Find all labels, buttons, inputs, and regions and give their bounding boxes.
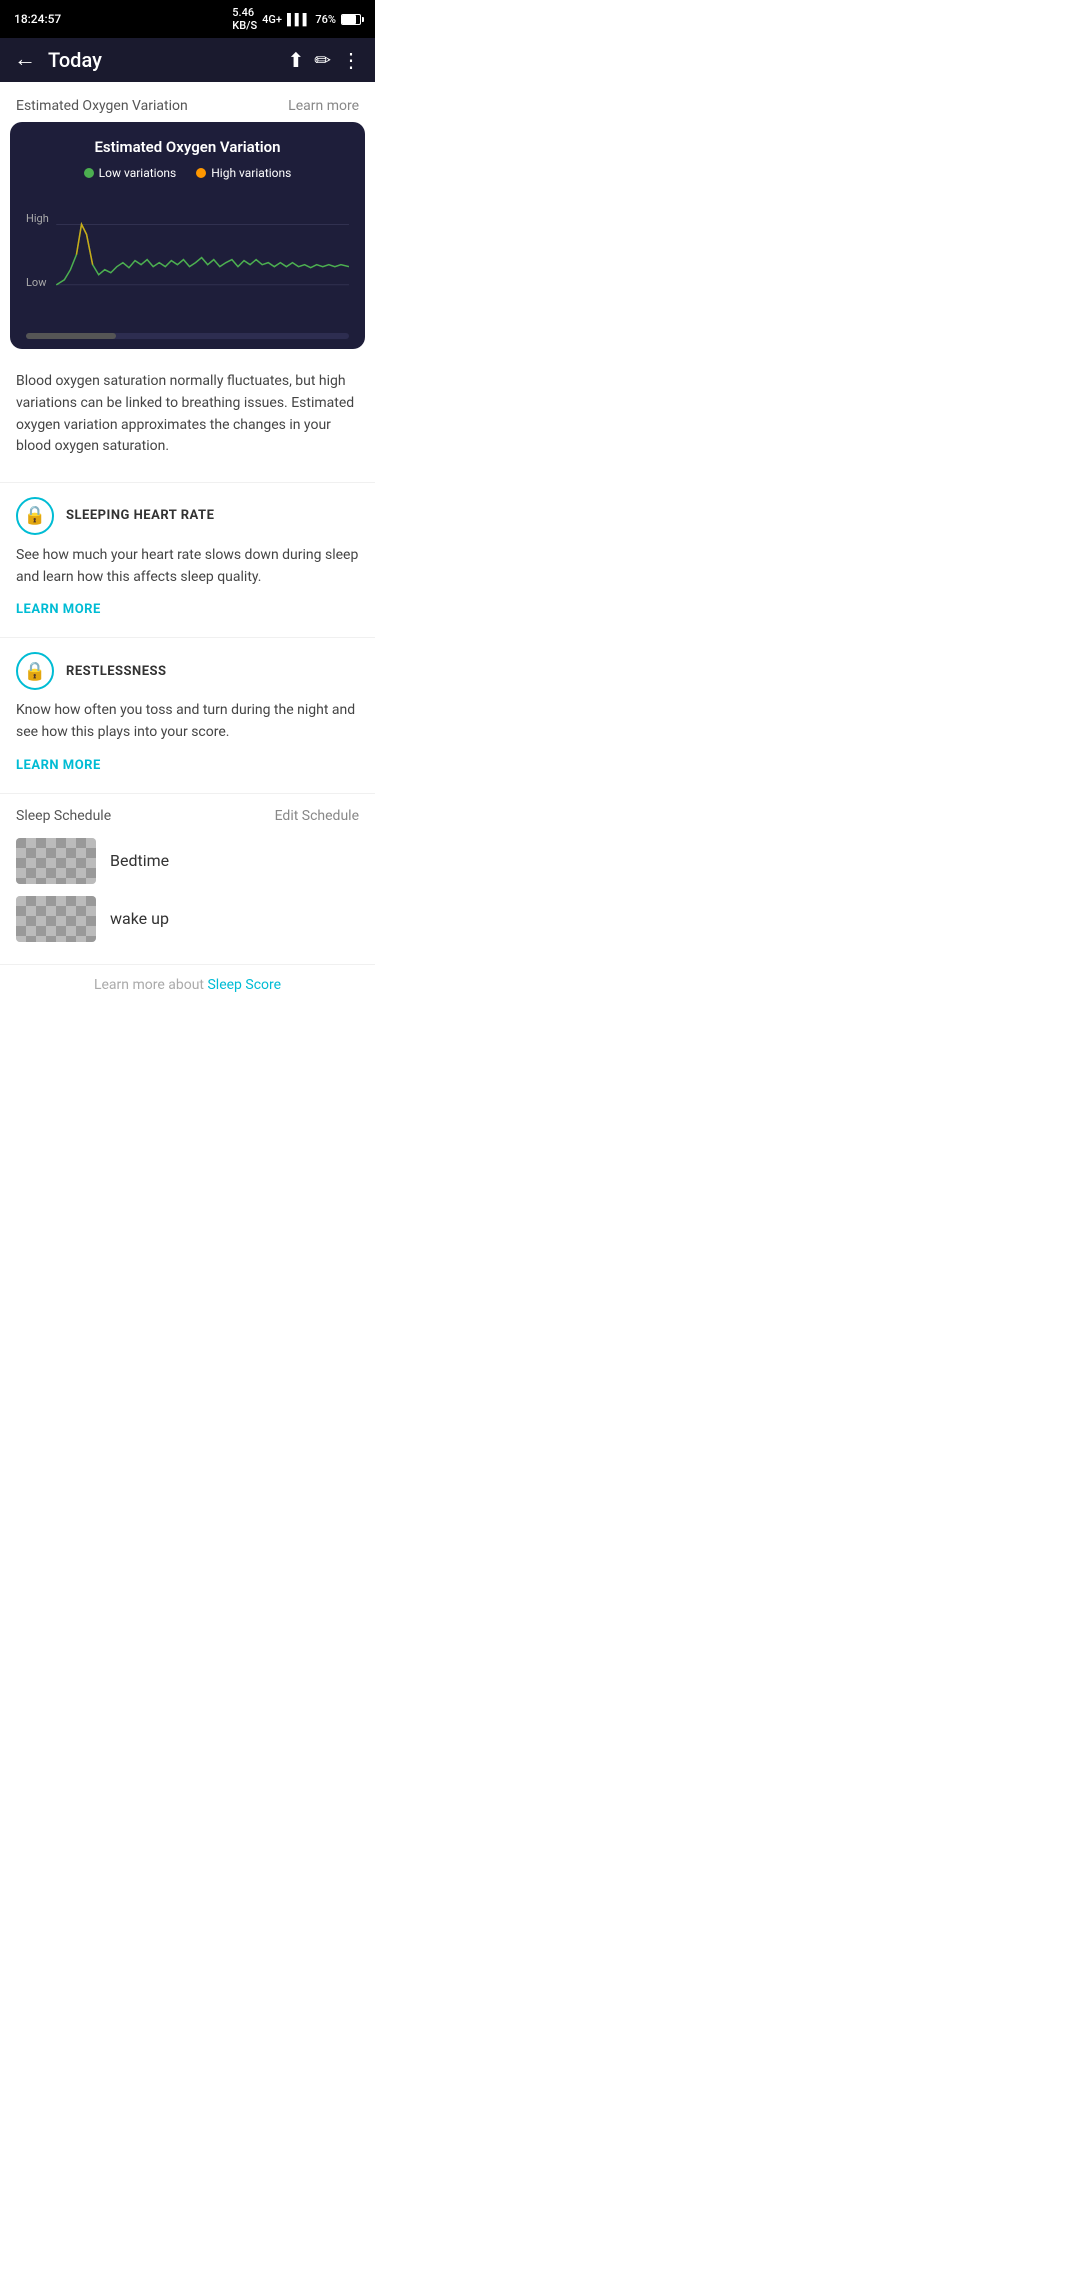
footer-text: Learn more about — [94, 977, 204, 993]
bedtime-label: Bedtime — [110, 851, 169, 870]
wakeup-thumbnail — [16, 896, 96, 942]
sleeping-heart-rate-label: SLEEPING HEART RATE — [66, 508, 214, 523]
restlessness-label: RESTLESSNESS — [66, 664, 167, 679]
bedtime-item: Bedtime — [16, 838, 359, 884]
chart-scrollbar[interactable] — [26, 333, 349, 339]
legend-high-dot — [196, 168, 206, 178]
sleeping-heart-rate-learn-more[interactable]: LEARN MORE — [16, 602, 101, 617]
bedtime-thumbnail — [16, 838, 96, 884]
status-right-icons: 5.46 KB/S 4G+ ▌▌▌ 76% — [232, 6, 361, 32]
chart-label-low: Low — [26, 276, 46, 289]
legend-high-label: High variations — [211, 166, 291, 180]
status-time: 18:24:57 — [14, 12, 61, 26]
wakeup-label: wake up — [110, 909, 169, 928]
chart-scrollbar-thumb — [26, 333, 116, 339]
sleeping-heart-rate-lock-icon: 🔒 — [24, 505, 46, 526]
more-options-button[interactable]: ⋮ — [341, 48, 361, 72]
back-button[interactable]: ← — [14, 49, 36, 71]
restlessness-learn-more[interactable]: LEARN MORE — [16, 758, 101, 773]
sleep-schedule-section: Sleep Schedule Edit Schedule Bedtime — [0, 793, 375, 964]
restlessness-section: 🔒 RESTLESSNESS Know how often you toss a… — [0, 637, 375, 792]
oxygen-description: Blood oxygen saturation normally fluctua… — [0, 361, 375, 482]
page-title: Today — [48, 48, 277, 72]
chart-svg-wrapper: High Low — [26, 194, 349, 325]
wakeup-item: wake up — [16, 896, 359, 942]
chart-legend: Low variations High variations — [26, 166, 349, 180]
chart-title: Estimated Oxygen Variation — [26, 138, 349, 156]
battery-icon — [341, 14, 361, 25]
sleep-score-link[interactable]: Sleep Score — [207, 977, 281, 993]
edit-schedule-button[interactable]: Edit Schedule — [275, 808, 359, 824]
status-bar: 18:24:57 5.46 KB/S 4G+ ▌▌▌ 76% — [0, 0, 375, 38]
top-app-bar: ← Today ⬆ ✏ ⋮ — [0, 38, 375, 82]
sleeping-heart-rate-section: 🔒 SLEEPING HEART RATE See how much your … — [0, 482, 375, 637]
oxygen-chart-card: Estimated Oxygen Variation Low variation… — [10, 122, 365, 349]
sleeping-heart-rate-lock-icon-wrap: 🔒 — [16, 497, 54, 535]
edit-button[interactable]: ✏ — [314, 48, 331, 72]
sleeping-heart-rate-header: 🔒 SLEEPING HEART RATE — [16, 497, 359, 535]
oxygen-learn-more[interactable]: Learn more — [288, 98, 359, 114]
sleep-schedule-header: Sleep Schedule Edit Schedule — [16, 808, 359, 824]
restlessness-lock-icon-wrap: 🔒 — [16, 652, 54, 690]
share-button[interactable]: ⬆ — [287, 48, 304, 72]
chart-label-high: High — [26, 212, 49, 225]
legend-low: Low variations — [84, 166, 177, 180]
network-icon: 4G+ — [262, 13, 282, 26]
legend-low-label: Low variations — [99, 166, 177, 180]
footer-hint: Learn more about Sleep Score — [0, 964, 375, 1013]
restlessness-desc: Know how often you toss and turn during … — [16, 700, 359, 743]
sleep-schedule-title: Sleep Schedule — [16, 808, 111, 824]
legend-low-dot — [84, 168, 94, 178]
oxygen-section-title: Estimated Oxygen Variation — [16, 98, 188, 114]
oxygen-chart-svg — [26, 194, 349, 325]
restlessness-lock-icon: 🔒 — [24, 661, 46, 682]
restlessness-header: 🔒 RESTLESSNESS — [16, 652, 359, 690]
status-speed: 5.46 KB/S — [232, 6, 257, 32]
legend-high: High variations — [196, 166, 291, 180]
signal-icon: ▌▌▌ — [287, 13, 310, 26]
main-content: Estimated Oxygen Variation Learn more Es… — [0, 82, 375, 1013]
battery-level: 76% — [315, 13, 336, 26]
sleeping-heart-rate-desc: See how much your heart rate slows down … — [16, 545, 359, 588]
oxygen-section-header: Estimated Oxygen Variation Learn more — [0, 82, 375, 122]
